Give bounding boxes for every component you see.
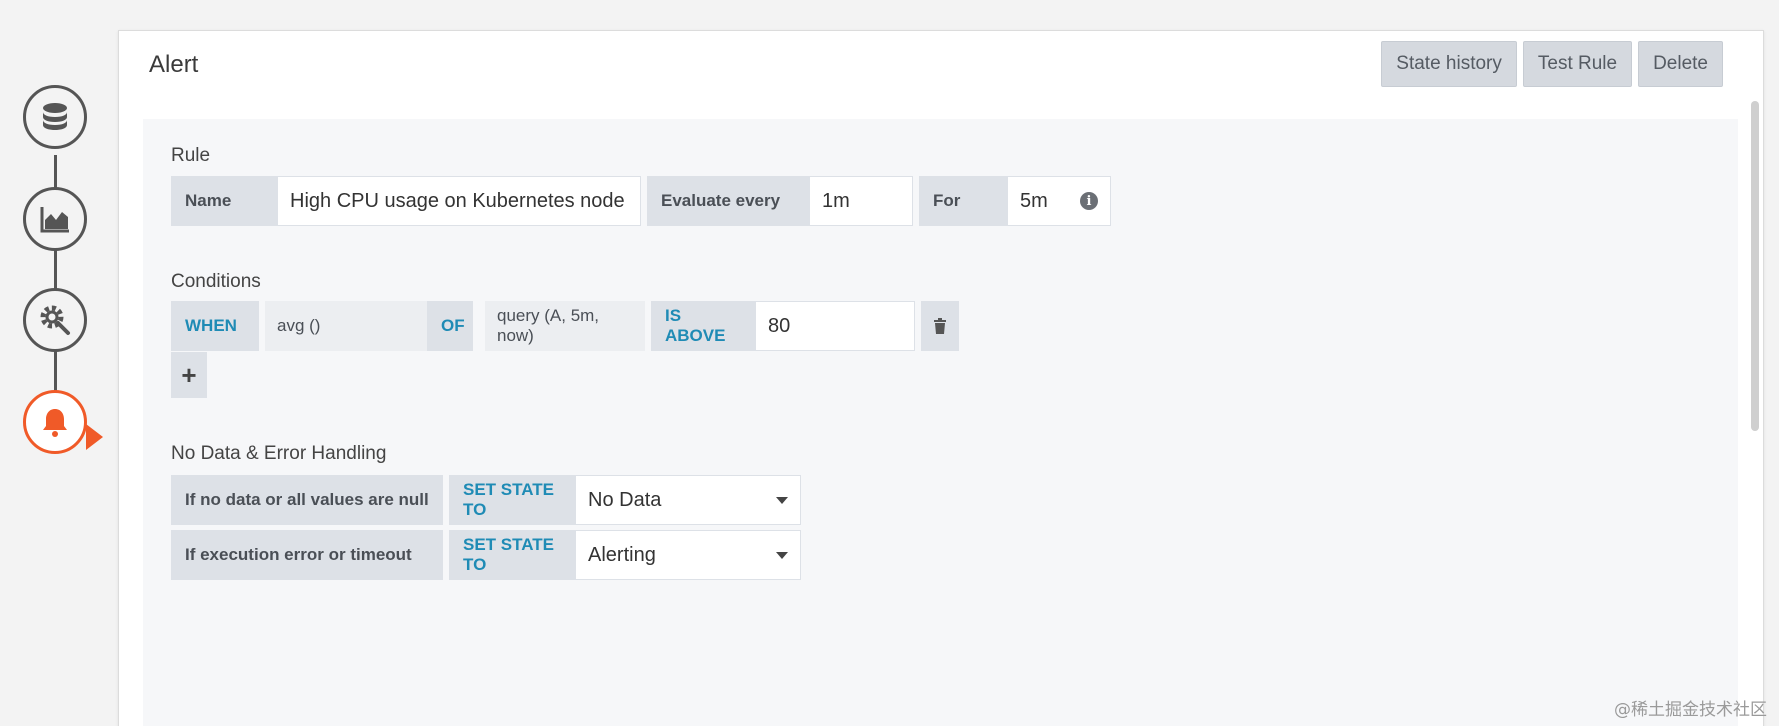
threshold-input[interactable]: 80 [755,301,915,351]
delete-button[interactable]: Delete [1638,41,1723,87]
database-icon [43,103,67,130]
evaluate-every-label: Evaluate every [647,176,809,226]
step-visualization[interactable] [23,187,87,251]
set-state-keyword: SET STATE TO [449,475,575,525]
rule-row: Name High CPU usage on Kubernetes node E… [171,176,1111,226]
name-input[interactable]: High CPU usage on Kubernetes node [277,176,641,226]
scrollbar[interactable] [1751,101,1759,431]
alert-panel: Alert State history Test Rule Delete Rul… [118,30,1764,726]
step-general[interactable] [23,288,87,352]
for-input[interactable]: 5m i [1007,176,1111,226]
of-keyword: OF [427,301,473,351]
panel-title: Alert [149,51,199,78]
step-alert[interactable] [23,390,87,454]
condition-row: WHEN avg () OF query (A, 5m, now) IS ABO… [171,301,959,351]
panel-actions: State history Test Rule Delete [1381,41,1723,87]
bell-icon [43,409,67,437]
conditions-section-title: Conditions [171,271,261,292]
no-data-state-value: No Data [588,488,662,511]
error-state-value: Alerting [588,543,656,566]
no-data-section-title: No Data & Error Handling [171,443,387,464]
watermark: @稀土掘金技术社区 [1614,700,1767,720]
no-data-label: If no data or all values are null [171,475,443,525]
no-data-row: If no data or all values are null SET ST… [171,475,801,525]
settings-icon [40,305,70,335]
alert-editor: Rule Name High CPU usage on Kubernetes n… [143,119,1738,726]
chevron-down-icon [776,496,788,504]
step-queries[interactable] [23,85,87,149]
evaluate-every-input[interactable]: 1m [809,176,913,226]
error-row: If execution error or timeout SET STATE … [171,530,801,580]
delete-condition-button[interactable] [921,301,959,351]
state-history-button[interactable]: State history [1381,41,1517,87]
rule-section-title: Rule [171,145,211,166]
info-icon[interactable]: i [1080,192,1098,210]
error-label: If execution error or timeout [171,530,443,580]
no-data-state-select[interactable]: No Data [575,475,801,525]
add-condition-button[interactable]: + [171,352,207,398]
error-state-select[interactable]: Alerting [575,530,801,580]
test-rule-button[interactable]: Test Rule [1522,41,1633,87]
for-label: For [919,176,1007,226]
chevron-down-icon [776,551,788,559]
set-state-keyword: SET STATE TO [449,530,575,580]
reducer-select[interactable]: avg () [265,301,427,351]
steps-sidebar [0,0,118,726]
evaluator-select[interactable]: IS ABOVE [651,301,755,351]
active-step-pointer [86,424,103,450]
name-label: Name [171,176,277,226]
trash-icon [934,318,946,334]
area-chart-icon [40,207,69,233]
for-value: 5m [1020,189,1048,212]
query-select[interactable]: query (A, 5m, now) [485,301,645,351]
when-keyword: WHEN [171,301,259,351]
